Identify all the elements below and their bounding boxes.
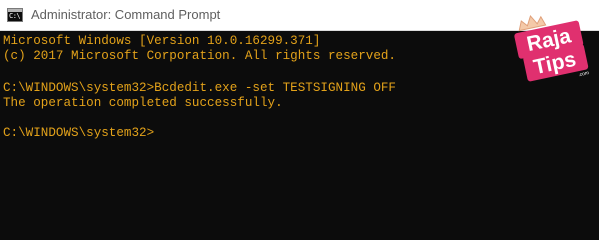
svg-text:.com: .com bbox=[578, 70, 590, 78]
console-prompt: C:\WINDOWS\system32> bbox=[3, 126, 155, 140]
console-line: C:\WINDOWS\system32>Bcdedit.exe -set TES… bbox=[3, 81, 396, 95]
console-line: (c) 2017 Microsoft Corporation. All righ… bbox=[3, 49, 396, 63]
console-line: The operation completed successfully. bbox=[3, 96, 283, 110]
title-bar[interactable]: C:\ Administrator: Command Prompt bbox=[0, 0, 599, 31]
rajatips-logo: Raja Tips .com bbox=[514, 14, 590, 82]
command-prompt-window: C:\ Administrator: Command Prompt Micros… bbox=[0, 0, 599, 240]
cmd-icon[interactable]: C:\ bbox=[7, 8, 23, 22]
console-line: Microsoft Windows [Version 10.0.16299.37… bbox=[3, 34, 321, 48]
console-output[interactable]: Microsoft Windows [Version 10.0.16299.37… bbox=[3, 31, 593, 240]
window-title: Administrator: Command Prompt bbox=[31, 7, 221, 22]
